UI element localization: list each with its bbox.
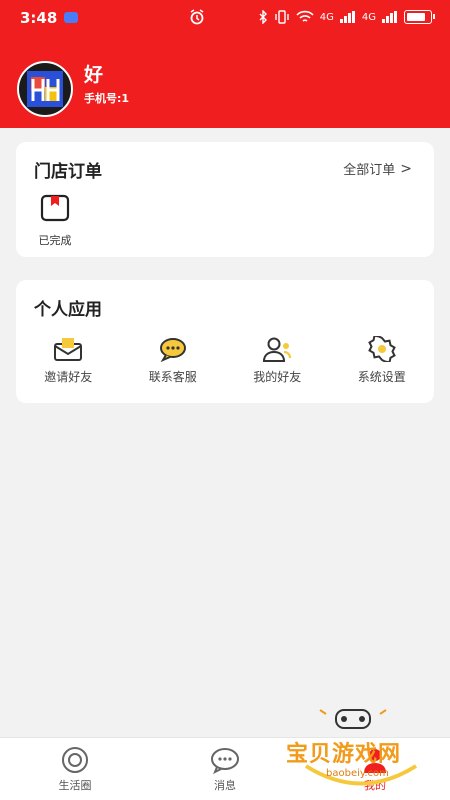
completed-box-icon (40, 194, 70, 222)
target-icon (62, 747, 88, 773)
all-orders-label: 全部订单 (343, 163, 396, 178)
avatar[interactable] (17, 61, 73, 117)
tab-messages[interactable]: 消息 (150, 738, 300, 800)
alarm-icon (190, 9, 204, 25)
app-invite-friends[interactable]: 邀请好友 (16, 336, 121, 385)
app-label: 系统设置 (357, 370, 406, 384)
friends-icon (263, 337, 292, 362)
avatar-logo-icon (27, 71, 63, 107)
store-orders-card: 门店订单 全部订单 > 已完成 (16, 142, 434, 257)
signal-icon (339, 11, 355, 23)
personal-apps-title: 个人应用 (34, 300, 102, 320)
app-my-friends[interactable]: 我的好友 (225, 336, 330, 385)
tab-life-circle[interactable]: 生活圈 (0, 738, 150, 800)
system-icons: 4G 4G (258, 10, 435, 24)
chevron-right-icon: > (400, 160, 412, 177)
notification-icon (64, 12, 78, 23)
status-time: 3:48 (20, 9, 58, 27)
app-label: 邀请好友 (44, 370, 93, 384)
all-orders-link[interactable]: 全部订单 > (343, 159, 412, 179)
user-name: 好 (84, 64, 104, 86)
order-status-completed[interactable]: 已完成 (35, 194, 75, 248)
network-label-1: 4G (319, 11, 334, 23)
app-label: 我的好友 (253, 370, 302, 384)
tab-label: 生活圈 (58, 779, 92, 792)
network-label-2: 4G (361, 11, 376, 23)
vibrate-icon (275, 10, 289, 24)
app-system-settings[interactable]: 系统设置 (330, 336, 435, 385)
profile-header: 3:48 4G 4G 好 手机号:1 (0, 0, 450, 128)
app-contact-support[interactable]: 联系客服 (121, 336, 226, 385)
wifi-icon (296, 10, 314, 22)
signal-icon-2 (382, 11, 397, 23)
message-icon (211, 748, 239, 774)
store-orders-title: 门店订单 (34, 162, 102, 182)
app-label: 联系客服 (148, 370, 197, 384)
user-phone: 手机号:1 (84, 92, 130, 105)
gear-icon (367, 336, 396, 362)
order-status-label: 已完成 (38, 234, 72, 247)
personal-apps-card: 个人应用 邀请好友 联系客服 我的好友 系统设置 (16, 280, 434, 403)
watermark-text: 宝贝游戏网 (286, 742, 402, 767)
envelope-icon (54, 338, 83, 361)
bluetooth-icon (259, 10, 267, 24)
apps-row: 邀请好友 联系客服 我的好友 系统设置 (16, 336, 434, 385)
battery-icon (404, 10, 435, 24)
chat-bubble-icon (159, 338, 186, 362)
watermark: 宝贝游戏网 baobeiy.com (286, 706, 436, 794)
status-bar: 3:48 4G 4G (0, 0, 450, 36)
watermark-url: baobeiy.com (326, 768, 389, 779)
tab-label: 消息 (214, 779, 236, 792)
